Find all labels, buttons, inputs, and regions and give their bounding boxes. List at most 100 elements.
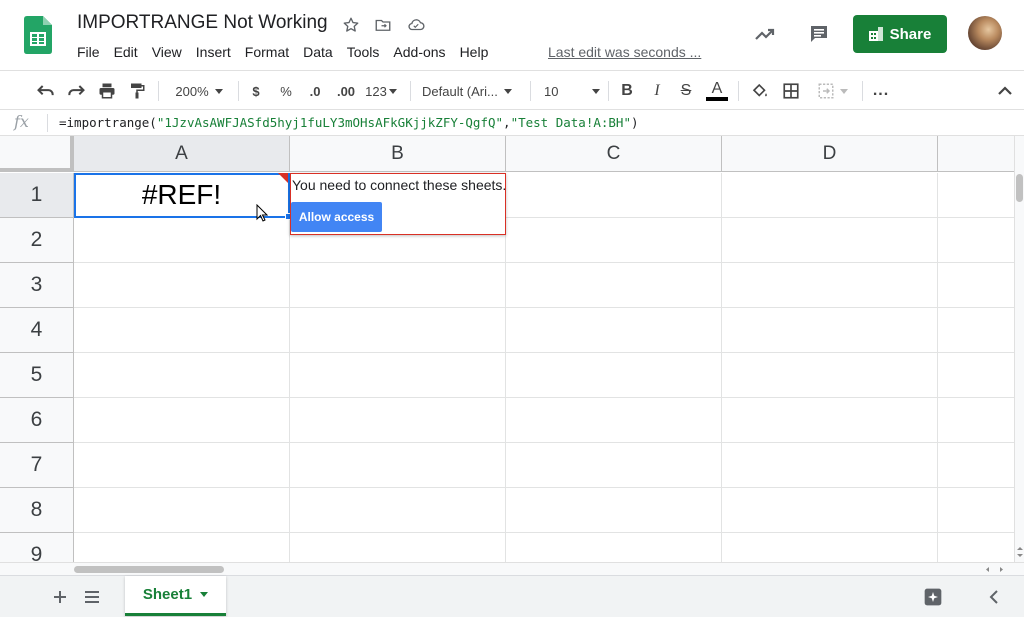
avatar[interactable] [968,16,1002,50]
explore-icon[interactable] [921,585,945,609]
grid-cell[interactable] [938,488,1014,533]
star-icon[interactable] [340,14,362,36]
grid-cell[interactable] [74,263,290,308]
grid-cell[interactable] [722,263,938,308]
row-header-7[interactable]: 7 [0,443,74,488]
grid-cell[interactable] [506,533,722,562]
formula-input[interactable]: =importrange("1JzvAsAWFJASfd5hyj1fuLY3mO… [59,115,639,130]
menu-help[interactable]: Help [453,42,496,62]
grid-cell[interactable] [722,308,938,353]
side-panel-toggle-icon[interactable] [982,585,1006,609]
column-header-e[interactable] [938,136,1014,172]
grid-cell[interactable] [722,443,938,488]
column-header-c[interactable]: C [506,136,722,172]
collapse-toolbar-icon[interactable] [994,78,1016,104]
grid-cell[interactable] [938,443,1014,488]
activity-trend-icon[interactable] [749,18,781,50]
menu-format[interactable]: Format [238,42,296,62]
grid-cell[interactable] [938,533,1014,562]
grid-cell[interactable] [74,308,290,353]
grid-cell[interactable] [290,398,506,443]
italic-button[interactable]: I [647,78,667,104]
grid-cell[interactable] [290,263,506,308]
grid-cell[interactable] [74,533,290,562]
chevron-down-icon[interactable] [200,592,209,597]
horizontal-scrollbar[interactable] [0,562,1024,575]
text-color-button[interactable]: A [705,78,729,104]
row-header-6[interactable]: 6 [0,398,74,443]
borders-icon[interactable] [779,78,803,104]
grid-cell[interactable] [506,353,722,398]
error-indicator-icon[interactable] [278,173,288,183]
row-header-2[interactable]: 2 [0,218,74,263]
bold-button[interactable]: B [617,78,637,104]
grid-cell[interactable] [74,488,290,533]
horizontal-scroll-thumb[interactable] [74,566,224,573]
cloud-saved-icon[interactable] [405,14,427,36]
row-header-1[interactable]: 1 [0,173,74,218]
scroll-left-arrow-icon[interactable] [984,566,990,573]
grid-cell[interactable] [938,263,1014,308]
more-options-button[interactable]: ... [870,78,892,104]
grid-cell[interactable] [506,263,722,308]
increase-decimal-button[interactable]: .00 [333,78,359,104]
grid-cell[interactable] [74,353,290,398]
percent-format-button[interactable]: % [276,78,296,104]
grid-cell[interactable] [938,218,1014,263]
grid-cell[interactable] [506,173,722,218]
grid-cell[interactable] [506,443,722,488]
scroll-right-arrow-icon[interactable] [999,566,1005,573]
grid-cell[interactable] [938,353,1014,398]
grid-cell[interactable] [722,173,938,218]
redo-icon[interactable] [64,78,88,104]
grid-cell[interactable] [290,443,506,488]
grid-cell[interactable] [722,488,938,533]
row-header-9[interactable]: 9 [0,533,74,562]
currency-format-button[interactable]: $ [246,78,266,104]
row-header-8[interactable]: 8 [0,488,74,533]
allow-access-button[interactable]: Allow access [291,202,382,232]
scroll-up-arrow-icon[interactable] [1016,545,1024,551]
move-to-folder-icon[interactable] [372,14,394,36]
grid-cell[interactable] [506,308,722,353]
row-header-5[interactable]: 5 [0,353,74,398]
grid-cell[interactable] [74,443,290,488]
grid-cell[interactable] [290,533,506,562]
scroll-down-arrow-icon[interactable] [1016,553,1024,559]
menu-insert[interactable]: Insert [189,42,238,62]
menu-data[interactable]: Data [296,42,340,62]
paint-format-icon[interactable] [125,78,149,104]
merge-cells-icon[interactable] [810,78,854,104]
menu-edit[interactable]: Edit [107,42,145,62]
select-all-corner[interactable] [0,136,74,172]
font-size-select[interactable]: 10 [544,78,600,104]
grid-cell[interactable] [74,398,290,443]
vertical-scroll-thumb[interactable] [1016,174,1023,202]
strikethrough-button[interactable]: S [676,78,696,104]
menu-tools[interactable]: Tools [340,42,387,62]
grid-cell[interactable] [290,353,506,398]
grid-cell[interactable] [722,353,938,398]
grid-cell[interactable] [938,398,1014,443]
add-sheet-icon[interactable] [48,585,72,609]
share-button[interactable]: Share [853,15,947,53]
sheets-logo-icon[interactable] [24,16,52,54]
grid-cell[interactable] [722,398,938,443]
zoom-select[interactable]: 200% [168,78,230,104]
grid-cell[interactable] [506,218,722,263]
menu-view[interactable]: View [145,42,189,62]
undo-icon[interactable] [34,78,58,104]
grid-cell[interactable] [506,488,722,533]
fill-color-icon[interactable] [748,78,772,104]
decrease-decimal-button[interactable]: .0 [304,78,326,104]
menu-file[interactable]: File [70,42,107,62]
column-header-b[interactable]: B [290,136,506,172]
grid-cell[interactable] [938,173,1014,218]
document-title[interactable]: IMPORTRANGE Not Working [77,12,328,34]
comments-icon[interactable] [803,18,835,50]
grid-cell[interactable] [74,218,290,263]
font-family-select[interactable]: Default (Ari... [422,78,522,104]
number-format-select[interactable]: 123 [363,78,399,104]
grid-cell[interactable] [506,398,722,443]
menu-add-ons[interactable]: Add-ons [386,42,452,62]
